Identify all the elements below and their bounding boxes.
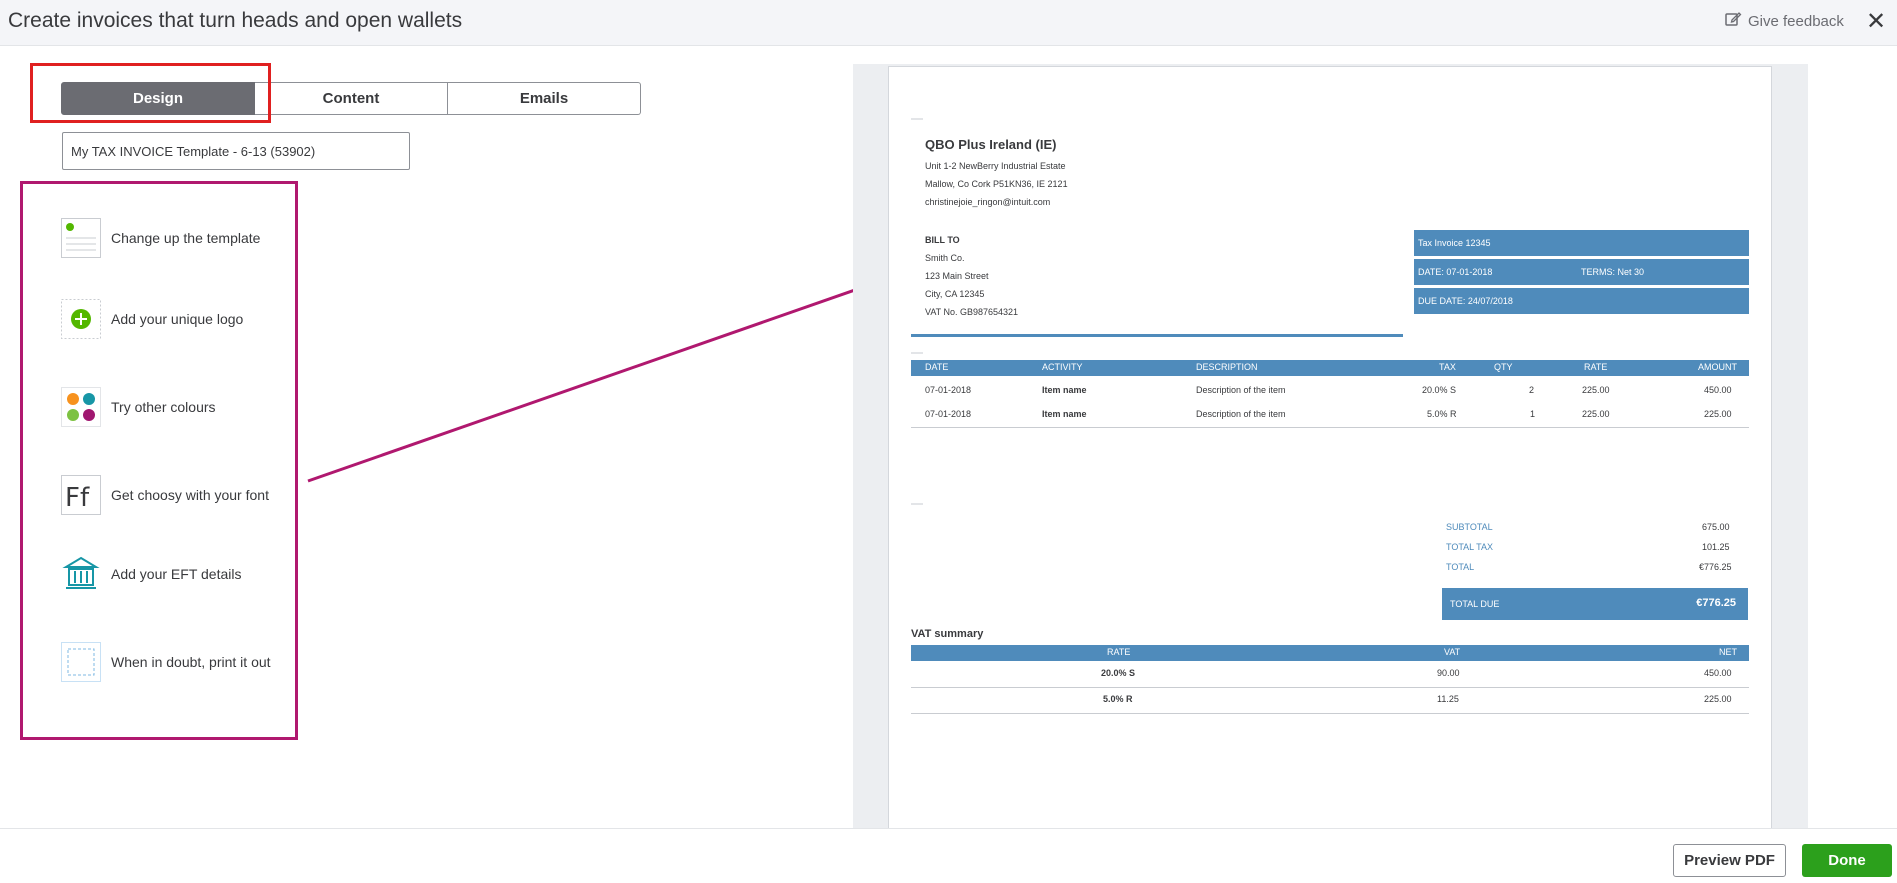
total-tax-label: TOTAL TAX (1446, 542, 1494, 552)
row-tax: 5.0% R (1427, 409, 1457, 419)
col-date: DATE (925, 362, 949, 372)
invoice-preview: QBO Plus Ireland (IE) Unit 1-2 NewBerry … (888, 66, 1772, 828)
option-label: Get choosy with your font (111, 487, 269, 503)
bill-to-vat: VAT No. GB987654321 (925, 307, 1019, 317)
vat-col-net: NET (1719, 647, 1737, 657)
vat-header: RATE VAT NET (911, 645, 1749, 661)
bill-to-label: BILL TO (925, 235, 960, 245)
vat-row-rate: 5.0% R (1103, 694, 1133, 704)
edge-mark (911, 118, 923, 120)
feedback-label: Give feedback (1748, 12, 1844, 30)
col-activity: ACTIVITY (1042, 362, 1083, 372)
option-print-out[interactable]: When in doubt, print it out (61, 642, 271, 682)
invoice-date: DATE: 07-01-2018 (1418, 267, 1493, 277)
company-name: QBO Plus Ireland (IE) (925, 137, 1057, 152)
svg-text:Ff: Ff (65, 483, 90, 513)
total-due-value: €776.25 (1696, 597, 1736, 609)
bill-to-rule (911, 334, 1403, 337)
total-due-bar: TOTAL DUE €776.25 (1442, 588, 1748, 620)
col-rate: RATE (1584, 362, 1608, 372)
vat-summary-title: VAT summary (911, 628, 984, 640)
option-try-colours[interactable]: Try other colours (61, 387, 216, 427)
row-amount: 450.00 (1704, 385, 1732, 395)
row-description: Description of the item (1196, 385, 1286, 395)
preview-pdf-button[interactable]: Preview PDF (1673, 844, 1786, 877)
row-description: Description of the item (1196, 409, 1286, 419)
template-icon (61, 218, 101, 258)
total-label: TOTAL (1446, 562, 1475, 572)
row-tax: 20.0% S (1422, 385, 1457, 395)
footer-bar (0, 828, 1897, 883)
top-bar: Create invoices that turn heads and open… (0, 0, 1897, 46)
company-address-1: Unit 1-2 NewBerry Industrial Estate (925, 161, 1066, 171)
col-description: DESCRIPTION (1196, 362, 1258, 372)
option-label: Add your EFT details (111, 566, 242, 582)
colour-palette-icon (61, 387, 101, 427)
bill-to-street: 123 Main Street (925, 271, 989, 281)
items-header: DATE ACTIVITY DESCRIPTION TAX QTY RATE A… (911, 360, 1749, 376)
vat-bottom-rule (911, 713, 1749, 714)
row-qty: 2 (1529, 385, 1535, 395)
vat-row-net: 225.00 (1704, 694, 1732, 704)
col-qty: QTY (1494, 362, 1513, 372)
feedback-icon (1724, 10, 1742, 32)
add-logo-icon (61, 299, 101, 339)
tab-content[interactable]: Content (255, 82, 448, 115)
option-add-logo[interactable]: Add your unique logo (61, 299, 243, 339)
option-change-template[interactable]: Change up the template (61, 218, 260, 258)
vat-row-net: 450.00 (1704, 668, 1732, 678)
close-icon[interactable]: ✕ (1866, 7, 1886, 36)
invoice-terms: TERMS: Net 30 (1581, 267, 1645, 277)
option-label: Add your unique logo (111, 311, 244, 327)
col-amount: AMOUNT (1698, 362, 1737, 372)
date-terms-bar: DATE: 07-01-2018 TERMS: Net 30 (1414, 259, 1749, 285)
page-title: Create invoices that turn heads and open… (8, 9, 463, 32)
template-name-input[interactable] (62, 132, 410, 170)
tab-design[interactable]: Design (61, 82, 255, 115)
option-choose-font[interactable]: Ff Get choosy with your font (61, 475, 269, 515)
row-rate: 225.00 (1582, 385, 1610, 395)
bank-icon (61, 554, 101, 594)
company-address-2: Mallow, Co Cork P51KN36, IE 2121 (925, 179, 1068, 189)
items-bottom-rule (911, 427, 1749, 428)
vat-row-rule (911, 687, 1749, 688)
edge-mark (911, 352, 923, 354)
option-label: Change up the template (111, 230, 261, 246)
total-tax-value: 101.25 (1702, 542, 1730, 552)
row-date: 07-01-2018 (925, 409, 972, 419)
col-tax: TAX (1439, 362, 1456, 372)
bill-to-name: Smith Co. (925, 253, 965, 263)
total-value: €776.25 (1699, 562, 1732, 572)
row-qty: 1 (1530, 409, 1536, 419)
tab-emails[interactable]: Emails (448, 82, 641, 115)
vat-col-rate: RATE (1107, 647, 1131, 657)
print-margins-icon (61, 642, 101, 682)
bill-to-city: City, CA 12345 (925, 289, 985, 299)
vat-row-vat: 90.00 (1437, 668, 1460, 678)
option-label: When in doubt, print it out (111, 654, 271, 670)
row-amount: 225.00 (1704, 409, 1732, 419)
company-email: christinejoie_ringon@intuit.com (925, 197, 1051, 207)
row-date: 07-01-2018 (925, 385, 972, 395)
font-icon: Ff (61, 475, 101, 515)
row-activity: Item name (1042, 409, 1087, 419)
subtotal-label: SUBTOTAL (1446, 522, 1493, 532)
vat-row-vat: 11.25 (1437, 694, 1459, 704)
editor-tabs: Design Content Emails (61, 82, 641, 115)
done-button[interactable]: Done (1802, 844, 1892, 877)
give-feedback-link[interactable]: Give feedback (1724, 10, 1844, 32)
due-date-bar: DUE DATE: 24/07/2018 (1414, 288, 1749, 314)
vat-row-rate: 20.0% S (1101, 668, 1136, 678)
option-label: Try other colours (111, 399, 216, 415)
edge-mark (911, 503, 923, 505)
row-rate: 225.00 (1582, 409, 1610, 419)
row-activity: Item name (1042, 385, 1087, 395)
subtotal-value: 675.00 (1702, 522, 1730, 532)
vat-col-vat: VAT (1444, 647, 1461, 657)
total-due-label: TOTAL DUE (1450, 599, 1500, 609)
tax-invoice-bar: Tax Invoice 12345 (1414, 230, 1749, 256)
option-eft-details[interactable]: Add your EFT details (61, 554, 241, 594)
